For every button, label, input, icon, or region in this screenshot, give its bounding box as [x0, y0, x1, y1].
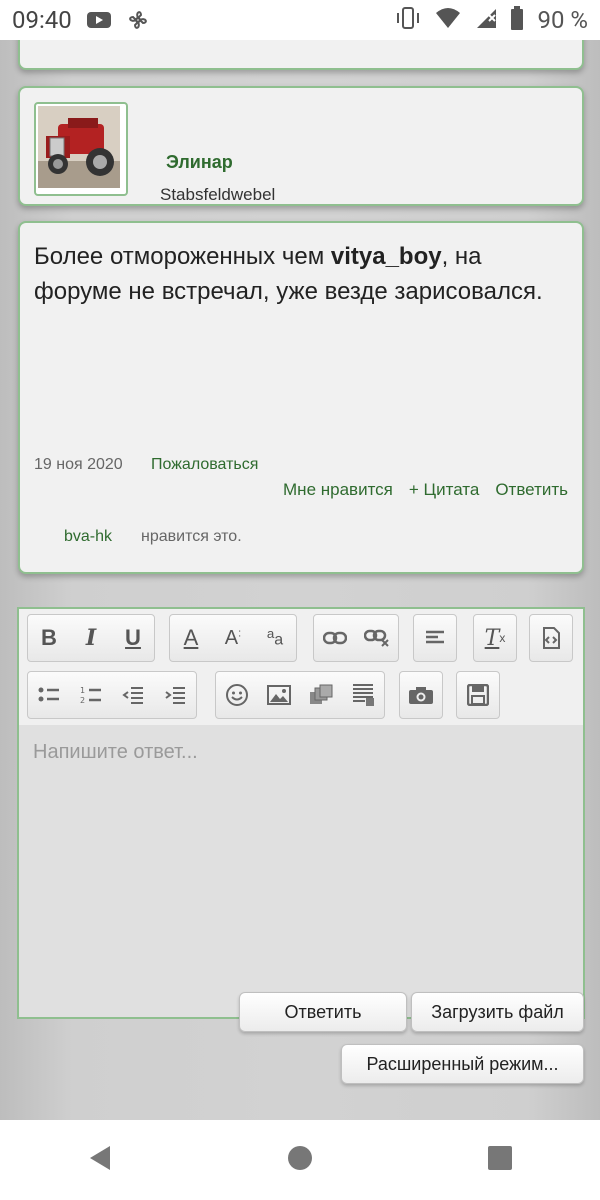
- fan-icon: [126, 8, 150, 32]
- author-card: Элинар Stabsfeldwebel: [18, 86, 584, 206]
- font-case-icon[interactable]: aa: [254, 615, 296, 661]
- toolbar-group-clear: Tx: [473, 614, 517, 662]
- image-icon[interactable]: [258, 672, 300, 718]
- post-body: Более отмороженных чем vitya_boy, на фор…: [34, 239, 554, 309]
- toolbar-group-lists: 12: [27, 671, 197, 719]
- post-date: 19 ноя 2020: [34, 456, 123, 473]
- report-link[interactable]: Пожаловаться: [151, 456, 258, 474]
- post-text-before: Более отмороженных чем: [34, 243, 331, 270]
- youtube-icon: [86, 10, 112, 30]
- toolbar-group-camera: [399, 671, 443, 719]
- status-bar: 09:40 90 %: [0, 0, 600, 40]
- toolbar-group-insert: [215, 671, 385, 719]
- indent-icon[interactable]: [154, 672, 196, 718]
- toolbar-group-save: [456, 671, 500, 719]
- car-avatar-image: [38, 106, 120, 188]
- align-icon[interactable]: [414, 615, 456, 661]
- toolbar-group-format: B I U: [27, 614, 155, 662]
- post-actions: Мне нравится + Цитата Ответить: [283, 480, 568, 500]
- svg-text:1: 1: [80, 686, 85, 695]
- toolbar-group-source: [529, 614, 573, 662]
- battery-percent: 90 %: [537, 6, 588, 34]
- system-nav-bar: [0, 1120, 600, 1200]
- liked-by-text: нравится это.: [141, 528, 242, 545]
- unlink-icon[interactable]: [356, 615, 398, 661]
- underline-icon[interactable]: U: [112, 615, 154, 661]
- italic-icon[interactable]: I: [70, 615, 112, 661]
- home-icon[interactable]: [286, 1144, 314, 1177]
- svg-text:2: 2: [80, 696, 85, 705]
- liked-by-user[interactable]: bva-hk: [64, 528, 112, 546]
- toolbar-group-link: [313, 614, 399, 662]
- status-time: 09:40: [12, 6, 72, 34]
- camera-icon[interactable]: [400, 672, 442, 718]
- reply-textarea[interactable]: Напишите ответ...: [19, 725, 583, 1017]
- author-name[interactable]: Элинар: [166, 152, 233, 173]
- reply-editor: B I U A A: aa T x 1 2 Напишите ответ...: [17, 607, 585, 1019]
- signal-icon: [475, 7, 497, 33]
- outdent-icon[interactable]: [112, 672, 154, 718]
- vibrate-icon: [395, 7, 421, 33]
- battery-icon: [511, 6, 524, 34]
- post-card: Более отмороженных чем vitya_boy, на фор…: [18, 221, 584, 574]
- back-icon[interactable]: [86, 1144, 114, 1177]
- font-size-icon[interactable]: A:: [212, 615, 254, 661]
- numbered-list-icon[interactable]: 12: [70, 672, 112, 718]
- smiley-icon[interactable]: [216, 672, 258, 718]
- link-icon[interactable]: [314, 615, 356, 661]
- editor-toolbar: B I U A A: aa T x 1 2: [19, 609, 583, 725]
- font-color-icon[interactable]: A: [170, 615, 212, 661]
- template-icon[interactable]: [342, 672, 384, 718]
- post-mention[interactable]: vitya_boy: [331, 243, 442, 270]
- author-rank: Stabsfeldwebel: [160, 185, 276, 204]
- reply-placeholder: Напишите ответ...: [33, 741, 198, 763]
- media-icon[interactable]: [300, 672, 342, 718]
- advanced-mode-button[interactable]: Расширенный режим...: [341, 1044, 584, 1084]
- forum-page: Элинар Stabsfeldwebel Более отмороженных…: [0, 26, 600, 1120]
- wifi-icon: [435, 7, 461, 33]
- upload-file-button[interactable]: Загрузить файл: [411, 992, 584, 1032]
- like-link[interactable]: Мне нравится: [283, 480, 393, 500]
- source-icon[interactable]: [530, 615, 572, 661]
- toolbar-group-align: [413, 614, 457, 662]
- recents-icon[interactable]: [486, 1144, 514, 1177]
- bullet-list-icon[interactable]: [28, 672, 70, 718]
- clear-format-icon[interactable]: Tx: [474, 615, 516, 661]
- reply-button[interactable]: Ответить: [239, 992, 407, 1032]
- bold-icon[interactable]: B: [28, 615, 70, 661]
- toolbar-group-font: A A: aa: [169, 614, 297, 662]
- reply-link[interactable]: Ответить: [495, 480, 568, 500]
- save-icon[interactable]: [457, 672, 499, 718]
- quote-link[interactable]: + Цитата: [409, 480, 479, 500]
- avatar[interactable]: [34, 102, 128, 196]
